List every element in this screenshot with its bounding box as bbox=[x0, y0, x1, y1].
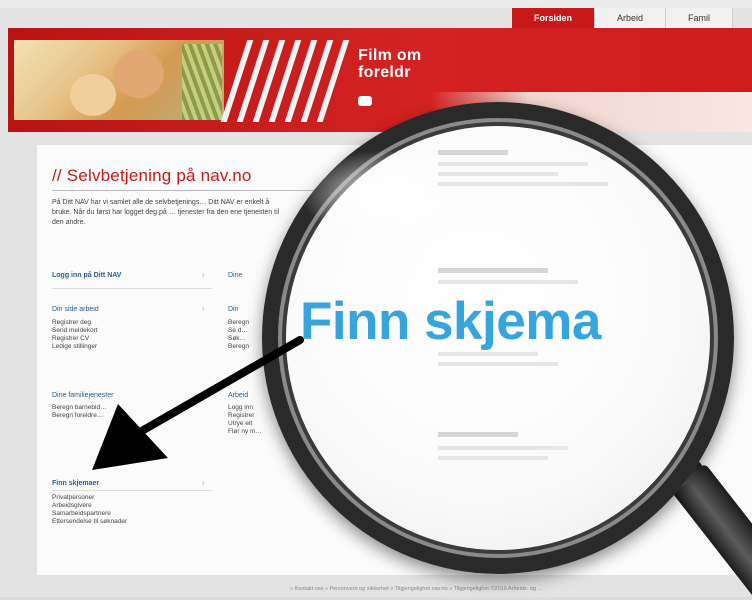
pointer-arrow-icon bbox=[92, 336, 304, 470]
